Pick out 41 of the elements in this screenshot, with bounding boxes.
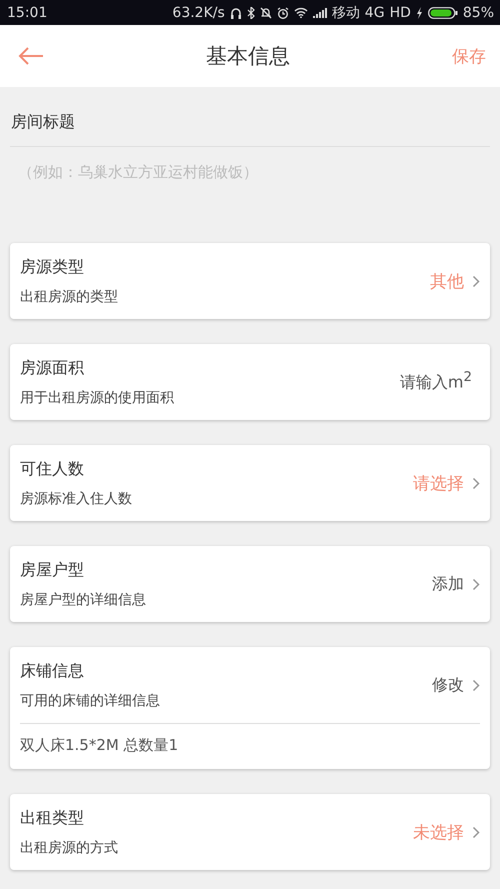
card-detail: 双人床1.5*2M 总数量1 bbox=[20, 735, 180, 756]
carrier-label: 移动 bbox=[332, 4, 360, 22]
card-value: 其他 bbox=[430, 270, 464, 292]
page-title: 基本信息 bbox=[206, 43, 290, 70]
card-subtitle: 房源标准入住人数 bbox=[20, 490, 133, 508]
signal-icon bbox=[312, 8, 327, 18]
card-subtitle: 出租房源的类型 bbox=[20, 288, 119, 306]
setting-card[interactable]: 房源类型 出租房源的类型 其他 bbox=[10, 243, 490, 319]
hd-label: HD bbox=[390, 4, 411, 20]
card-title: 可住人数 bbox=[20, 458, 85, 480]
setting-card[interactable]: 房屋户型 房屋户型的详细信息 添加 bbox=[10, 546, 490, 622]
charging-icon bbox=[416, 6, 423, 18]
setting-card[interactable]: 房源面积 用于出租房源的使用面积 请输入m$^{2}$ bbox=[10, 344, 490, 420]
card-title: 出租类型 bbox=[20, 808, 85, 828]
alarm-icon bbox=[276, 6, 289, 18]
headphones-icon bbox=[230, 6, 242, 18]
muted-bell-icon bbox=[260, 6, 272, 18]
card-value: 未选择 bbox=[413, 822, 464, 844]
network-speed: 63.2K/s bbox=[172, 4, 225, 20]
network-type: 4G bbox=[364, 4, 385, 20]
card-title: 房屋户型 bbox=[20, 560, 85, 580]
clock: 15:01 bbox=[7, 4, 48, 20]
battery-icon bbox=[428, 6, 458, 18]
card-subtitle: 可用的床铺的详细信息 bbox=[20, 692, 161, 710]
bluetooth-icon bbox=[246, 6, 255, 18]
card-value: 修改 bbox=[432, 674, 464, 696]
setting-card[interactable]: 床铺信息 可用的床铺的详细信息 修改 双人床1.5*2M 总数量1 bbox=[10, 647, 490, 769]
field-label: 房间标题 bbox=[10, 112, 490, 147]
card-subtitle: 用于出租房源的使用面积 bbox=[20, 388, 175, 406]
card-title: 房源类型 bbox=[20, 256, 85, 278]
battery-percent: 85% bbox=[462, 4, 494, 20]
card-title: 房源面积 bbox=[20, 358, 85, 378]
card-subtitle: 出租房源的方式 bbox=[20, 838, 119, 856]
card-value: 请选择 bbox=[413, 472, 464, 494]
card-value: 请输入m$^{2}$ bbox=[400, 370, 472, 394]
card-subtitle: 房屋户型的详细信息 bbox=[20, 590, 147, 608]
setting-card[interactable]: 可住人数 房源标准入住人数 请选择 bbox=[10, 445, 490, 521]
setting-card[interactable]: 出租类型 出租房源的方式 未选择 bbox=[10, 794, 490, 870]
wifi-icon bbox=[294, 7, 308, 18]
card-value: 添加 bbox=[432, 574, 464, 594]
card-title: 床铺信息 bbox=[20, 660, 85, 682]
